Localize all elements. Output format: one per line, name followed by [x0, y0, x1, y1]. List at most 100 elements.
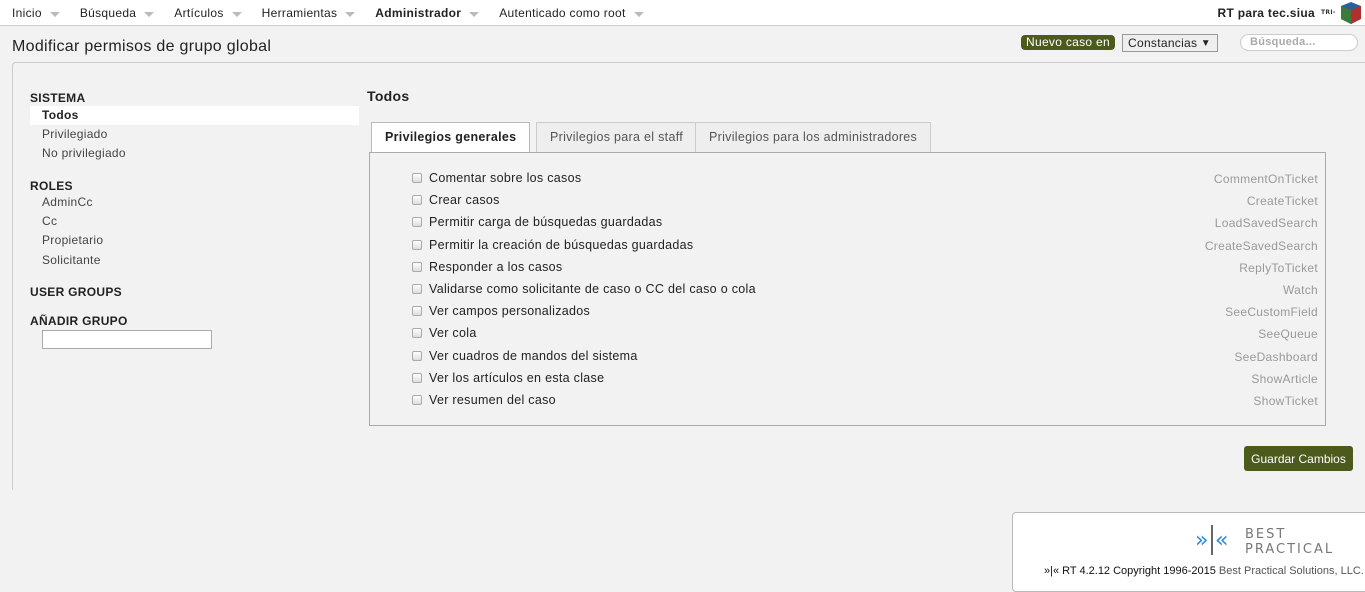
sidebar-item-admincc[interactable]: AdminCc: [30, 193, 359, 212]
right-row: Comentar sobre los casos CommentOnTicket: [410, 170, 1318, 190]
menu-articulos[interactable]: Artículos: [174, 6, 242, 20]
menu-label: Administrador: [375, 6, 462, 20]
menu-herramientas[interactable]: Herramientas: [262, 6, 356, 20]
right-row: Responder a los casos ReplyToTicket: [410, 259, 1318, 279]
menu-inicio[interactable]: Inicio: [12, 6, 60, 20]
right-label: Validarse como solicitante de caso o CC …: [429, 282, 756, 296]
right-label: Comentar sobre los casos: [429, 171, 582, 185]
site-logo: TRI-: [1321, 2, 1361, 24]
chevron-down-icon: [469, 12, 480, 17]
right-checkbox[interactable]: [412, 217, 422, 228]
chevron-down-icon: [345, 12, 356, 17]
right-checkbox[interactable]: [412, 395, 422, 405]
right-checkbox[interactable]: [412, 173, 422, 183]
svg-text:»: »: [1195, 528, 1209, 553]
tab-privilegios-administradores[interactable]: Privilegios para los administradores: [695, 122, 932, 152]
svg-text:TRI-: TRI-: [1321, 9, 1336, 16]
right-checkbox[interactable]: [412, 195, 422, 206]
right-label: Permitir la creación de búsquedas guarda…: [429, 237, 694, 252]
menu-label: Inicio: [12, 6, 42, 20]
right-checkbox[interactable]: [412, 261, 422, 272]
main-menu: Inicio Búsqueda Artículos Herramientas A…: [12, 6, 664, 20]
right-label: Ver cuadros de mandos del sistema: [429, 348, 638, 363]
right-label: Responder a los casos: [429, 259, 563, 274]
right-row: Ver los artículos en esta clase ShowArtic…: [410, 370, 1318, 390]
right-name: ShowTicket: [1253, 394, 1318, 408]
tab-privilegios-staff[interactable]: Privilegios para el staff: [536, 122, 698, 152]
right-label: Permitir carga de búsquedas guardadas: [429, 215, 663, 230]
save-changes-button[interactable]: Guardar Cambios: [1244, 446, 1353, 471]
right-row: Ver cola SeeQueue: [410, 325, 1318, 345]
rights-list: Comentar sobre los casos CommentOnTicket C…: [369, 152, 1326, 426]
right-row: Crear casos CreateTicket: [410, 192, 1318, 212]
page-title: Modificar permisos de grupo global: [12, 38, 272, 55]
section-user-groups: USER GROUPS: [30, 285, 122, 299]
right-checkbox[interactable]: [412, 239, 422, 250]
copyright: »|« RT 4.2.12 Copyright 1996-2015 Best P…: [1044, 565, 1364, 577]
menu-busqueda[interactable]: Búsqueda: [79, 6, 155, 20]
right-row: Permitir carga de búsquedas guardadas Loa…: [410, 214, 1318, 234]
add-group-input[interactable]: [42, 330, 212, 349]
right-label: Crear casos: [429, 193, 500, 208]
sidebar-item-todos[interactable]: Todos: [30, 106, 359, 125]
search-input[interactable]: Búsqueda...: [1240, 34, 1358, 51]
logo-line2: PRACTICAL: [1245, 542, 1334, 555]
new-case-button[interactable]: Nuevo caso en: [1021, 35, 1115, 50]
right-name: SeeDashboard: [1234, 349, 1318, 364]
menu-label: Búsqueda: [79, 6, 137, 20]
sidebar-item-propietario[interactable]: Propietario: [30, 231, 359, 250]
sidebar-item-privilegiado[interactable]: Privilegiado: [30, 125, 359, 144]
right-name: SeeQueue: [1258, 327, 1318, 342]
sidebar-item-no-privilegiado[interactable]: No privilegiado: [30, 144, 359, 163]
right-checkbox[interactable]: [412, 350, 422, 361]
right-name: CommentOnTicket: [1213, 172, 1318, 186]
section-add-group: AÑADIR GRUPO: [30, 314, 128, 328]
right-checkbox[interactable]: [412, 372, 422, 383]
principal-heading: Todos: [367, 88, 410, 104]
chevron-down-icon: [231, 12, 242, 17]
right-label: Ver resumen del caso: [429, 393, 556, 407]
right-checkbox[interactable]: [412, 284, 422, 294]
right-name: CreateSavedSearch: [1204, 238, 1318, 253]
menu-administrador[interactable]: Administrador: [375, 6, 480, 20]
right-checkbox[interactable]: [412, 306, 422, 317]
right-row: Ver resumen del caso ShowTicket: [410, 392, 1318, 412]
right-name: LoadSavedSearch: [1214, 216, 1318, 231]
right-row: Permitir la creación de búsquedas guarda…: [410, 237, 1318, 257]
queue-select[interactable]: Constancias ▼: [1122, 34, 1218, 52]
right-label: Ver campos personalizados: [429, 304, 591, 319]
right-row: Ver campos personalizados SeeCustomField: [410, 303, 1318, 323]
menu-label: Autenticado como root: [499, 6, 626, 20]
best-practical-logo: » « BEST PRACTICAL: [1195, 525, 1334, 555]
right-label: Ver cola: [429, 326, 477, 341]
right-checkbox[interactable]: [412, 328, 422, 339]
tab-privilegios-generales[interactable]: Privilegios generales: [371, 122, 531, 153]
queue-selected-value: Constancias: [1128, 36, 1198, 50]
right-name: ShowArticle: [1251, 371, 1318, 386]
right-name: Watch: [1282, 283, 1318, 297]
dropdown-arrow-icon: ▼: [1200, 38, 1211, 49]
sidebar-item-solicitante[interactable]: Solicitante: [30, 251, 359, 270]
right-row: Validarse como solicitante de caso o CC …: [410, 281, 1318, 301]
footer: » « BEST PRACTICAL »|« RT 4.2.12 Copyrig…: [1012, 512, 1365, 592]
right-name: CreateTicket: [1246, 194, 1318, 209]
right-name: ReplyToTicket: [1239, 260, 1318, 275]
chevron-down-icon: [144, 12, 155, 17]
chevron-down-icon: [633, 12, 644, 17]
section-sistema: SISTEMA: [30, 91, 86, 105]
right-row: Ver cuadros de mandos del sistema SeeDash…: [410, 348, 1318, 368]
section-roles: ROLES: [30, 179, 73, 193]
chevron-down-icon: [49, 12, 60, 17]
right-label: Ver los artículos en esta clase: [429, 370, 605, 385]
menu-label: Herramientas: [261, 6, 338, 20]
svg-text:«: «: [1215, 528, 1229, 553]
logo-line1: BEST: [1245, 527, 1286, 542]
version-text: »|« RT 4.2.12 Copyright 1996-2015: [1044, 565, 1216, 577]
company-link[interactable]: Best Practical Solutions, LLC.: [1219, 565, 1364, 577]
top-navigation-bar: Inicio Búsqueda Artículos Herramientas A…: [0, 0, 1365, 26]
menu-label: Artículos: [174, 6, 224, 20]
right-name: SeeCustomField: [1225, 305, 1318, 320]
site-name: RT para tec.siua: [1217, 6, 1315, 20]
sidebar-item-cc[interactable]: Cc: [30, 212, 359, 231]
menu-user[interactable]: Autenticado como root: [499, 6, 644, 20]
